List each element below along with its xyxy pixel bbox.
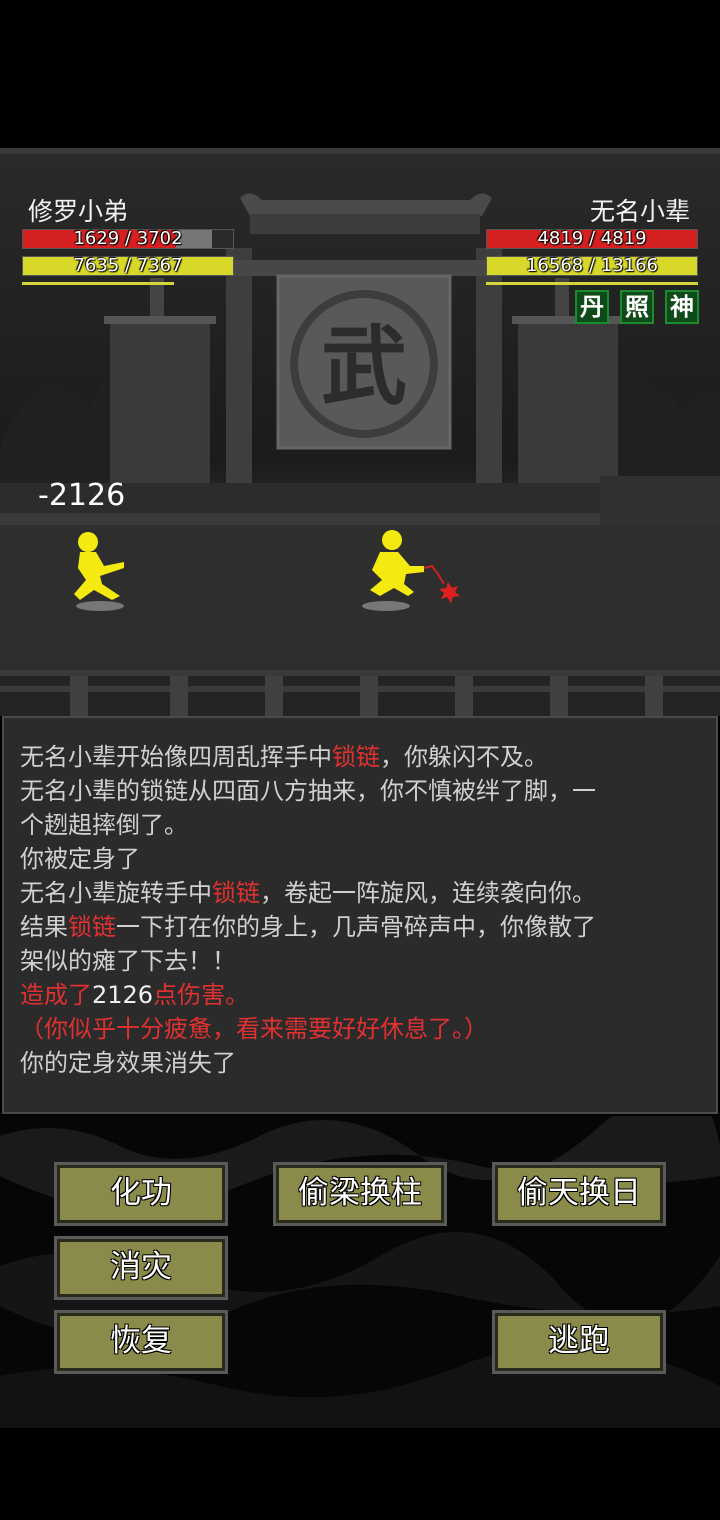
touliang-button[interactable]: 偷梁换柱 bbox=[273, 1162, 447, 1226]
log-line: 个趔趄摔倒了。 bbox=[20, 811, 188, 839]
log-text: ，卷起一阵旋风，连续袭向你。 bbox=[260, 879, 596, 907]
log-text: 结果 bbox=[20, 913, 68, 941]
enemy-name: 无名小辈 bbox=[589, 197, 690, 226]
log-line: 你被定身了 bbox=[20, 845, 140, 873]
log-damage-value: 2126 bbox=[92, 981, 154, 1009]
sign-character: 武 bbox=[321, 316, 407, 417]
log-damage-prefix: 造成了 bbox=[20, 981, 92, 1009]
enemy-fighter bbox=[362, 530, 460, 611]
log-line: 结果锁链一下打在你的身上，几声骨碎声中，你像散了 bbox=[20, 910, 700, 944]
log-text: 无名小辈开始像四周乱挥手中 bbox=[20, 743, 332, 771]
player-hp-bar: 1629 / 3702 bbox=[22, 228, 234, 249]
huagong-button[interactable]: 化功 bbox=[54, 1162, 228, 1226]
log-line: （你似乎十分疲惫，看来需要好好休息了。） bbox=[20, 1015, 488, 1043]
battle-log: 无名小辈开始像四周乱挥手中锁链，你躲闪不及。 无名小辈的锁链从四面八方抽来，你不… bbox=[2, 716, 718, 1114]
buff-dan-icon[interactable]: 丹 bbox=[575, 290, 609, 324]
player-mp-bar: 7635 / 7367 bbox=[22, 255, 234, 276]
player-fighter bbox=[74, 532, 124, 611]
scene-border bbox=[0, 148, 720, 154]
log-text: 无名小辈旋转手中 bbox=[20, 879, 212, 907]
log-line: 架似的瘫了下去！！ bbox=[20, 947, 236, 975]
player-hp-text: 1629 / 3702 bbox=[73, 228, 183, 249]
log-line: 造成了2126点伤害。 bbox=[20, 978, 700, 1012]
log-line: 无名小辈的锁链从四面八方抽来，你不慎被绊了脚，一 bbox=[20, 777, 596, 805]
enemy-hp-bar: 4819 / 4819 bbox=[486, 228, 698, 249]
log-damage-suffix: 点伤害。 bbox=[153, 981, 250, 1009]
log-weapon: 锁链 bbox=[212, 879, 260, 907]
buff-zhao-icon[interactable]: 照 bbox=[620, 290, 654, 324]
enemy-mp-text: 16568 / 13166 bbox=[525, 255, 659, 276]
xiaozai-button[interactable]: 消灾 bbox=[54, 1236, 228, 1300]
taopao-button[interactable]: 逃跑 bbox=[492, 1310, 666, 1374]
log-text: ，你躲闪不及。 bbox=[380, 743, 548, 771]
log-weapon: 锁链 bbox=[68, 913, 116, 941]
enemy-exp-line bbox=[486, 282, 698, 285]
enemy-mp-bar: 16568 / 13166 bbox=[486, 255, 698, 276]
enemy-hp-text: 4819 / 4819 bbox=[537, 228, 647, 249]
log-text: 一下打在你的身上，几声骨碎声中，你像散了 bbox=[116, 913, 596, 941]
log-line: 无名小辈旋转手中锁链，卷起一阵旋风，连续袭向你。 bbox=[20, 876, 700, 910]
log-line: 无名小辈开始像四周乱挥手中锁链，你躲闪不及。 bbox=[20, 740, 700, 774]
huifu-button[interactable]: 恢复 bbox=[54, 1310, 228, 1374]
log-line: 你的定身效果消失了 bbox=[20, 1049, 236, 1077]
player-exp-line bbox=[22, 282, 174, 285]
damage-popup: -2126 bbox=[38, 478, 126, 513]
toutian-button[interactable]: 偷天换日 bbox=[492, 1162, 666, 1226]
buff-shen-icon[interactable]: 神 bbox=[665, 290, 699, 324]
player-name: 修罗小弟 bbox=[28, 197, 129, 226]
player-mp-text: 7635 / 7367 bbox=[73, 255, 183, 276]
log-weapon: 锁链 bbox=[332, 743, 380, 771]
